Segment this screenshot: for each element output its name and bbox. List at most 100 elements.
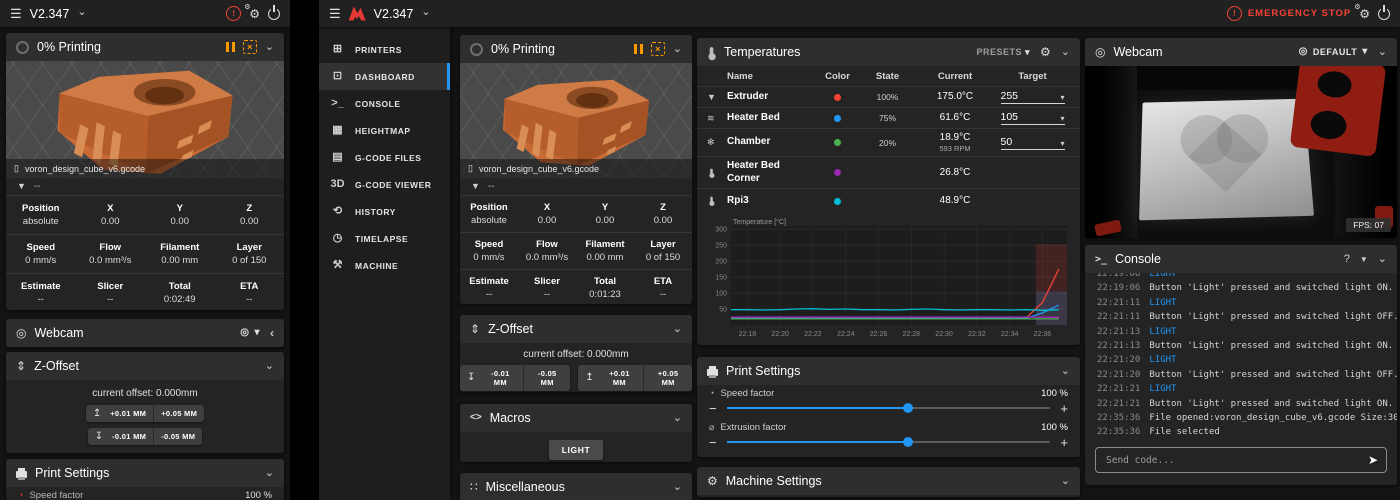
power-icon[interactable]	[1378, 8, 1390, 20]
stat-label: Layer	[650, 239, 675, 250]
z-offset-up-button[interactable]: +0.01 MM	[596, 365, 644, 391]
chevron-down-icon[interactable]: ⌄	[265, 468, 274, 479]
temps-column-header: Current	[938, 71, 972, 82]
console-icon: >_	[1095, 254, 1107, 265]
power-icon[interactable]	[268, 8, 280, 20]
chevron-down-icon[interactable]: ⌄	[673, 482, 682, 493]
help-icon[interactable]: ?	[1344, 253, 1350, 265]
macro-button-light[interactable]: LIGHT	[549, 440, 604, 460]
chevron-down-icon[interactable]: ⌄	[1061, 366, 1070, 377]
chevron-left-icon[interactable]: ‹	[270, 326, 274, 340]
decrease-button[interactable]: −	[709, 436, 717, 449]
webcam-title: Webcam	[34, 326, 83, 340]
chevron-down-icon[interactable]: ⌄	[265, 42, 274, 53]
target-select[interactable]: 255▾	[1001, 90, 1065, 104]
chevron-down-icon[interactable]: ⌄	[265, 361, 274, 372]
z-offset-up-button[interactable]: +0.01 MM	[103, 405, 153, 422]
chevron-down-icon[interactable]: ⌄	[77, 7, 86, 18]
target-select[interactable]: 105▾	[1001, 111, 1065, 125]
pause-icon[interactable]	[226, 42, 235, 52]
console-log[interactable]: 22:19:06LIGHT22:19:06Button 'Light' pres…	[1085, 273, 1397, 441]
machine-settings-title: Machine Settings	[726, 474, 822, 488]
progress-spinner-icon	[16, 41, 29, 54]
sidebar-item-machine[interactable]: ⚒MACHINE	[319, 252, 450, 279]
z-offset-up-button[interactable]: +0.05 MM	[153, 405, 204, 422]
printer-version[interactable]: V2.347	[374, 7, 414, 21]
console-input[interactable]	[1104, 454, 1360, 467]
emergency-stop-icon	[1227, 6, 1242, 21]
z-offset-down-group: ↧-0.01 MM-0.05 MM	[460, 365, 570, 391]
stat-value: absolute	[23, 216, 59, 227]
emergency-stop-button[interactable]: EMERGENCY STOP	[1227, 6, 1351, 21]
z-offset-down-button[interactable]: -0.01 MM	[105, 428, 153, 445]
sidebar-item-heightmap[interactable]: ▦HEIGHTMAP	[319, 117, 450, 144]
chevron-down-icon[interactable]: ⌄	[421, 7, 430, 18]
gcode-filename-bar: ▯ voron_design_cube_v6.gcode	[6, 159, 284, 178]
z-offset-down-button[interactable]: -0.01 MM	[477, 365, 523, 391]
extruder-status: --	[34, 181, 41, 192]
topbar-right: ☰ V2.347 ⌄ EMERGENCY STOP ⚙	[319, 0, 1400, 27]
sidebar-item-g-code-viewer[interactable]: 3DG-CODE VIEWER	[319, 171, 450, 198]
z-offset-down-button[interactable]: -0.05 MM	[153, 428, 202, 445]
gcode-preview: ▯ voron_design_cube_v6.gcode	[6, 61, 284, 178]
slider-thumb[interactable]	[903, 403, 913, 413]
increase-button[interactable]: +	[1060, 402, 1068, 415]
sidebar-item-history[interactable]: ⟲HISTORY	[319, 198, 450, 225]
z-offset-up-button[interactable]: +0.05 MM	[643, 365, 692, 391]
console-message: LIGHT	[1149, 325, 1176, 339]
sidebar-item-g-code-files[interactable]: ▤G-CODE FILES	[319, 144, 450, 171]
sidebar-item-dashboard[interactable]: ⊡DASHBOARD	[319, 63, 450, 90]
filter-icon[interactable]: ▼	[1360, 255, 1368, 264]
chevron-down-icon[interactable]: ⌄	[1061, 476, 1070, 487]
webcam-source-select[interactable]: ◎ ▾	[240, 328, 260, 338]
print-stat-cell: Slicer--	[518, 270, 576, 304]
sidebar-item-timelapse[interactable]: ◷TIMELAPSE	[319, 225, 450, 252]
speed-icon: ◔	[709, 389, 714, 398]
hamburger-icon[interactable]: ☰	[10, 7, 22, 20]
chevron-down-icon[interactable]: ⌄	[673, 44, 682, 55]
services-icon[interactable]: ⚙	[249, 8, 260, 20]
misc-icon: ∷	[470, 481, 478, 493]
presets-dropdown[interactable]: PRESETS ▾	[976, 47, 1030, 57]
services-icon[interactable]: ⚙	[1359, 8, 1370, 20]
print-bed	[1139, 99, 1314, 221]
history-icon: ⟲	[330, 206, 345, 217]
stat-label: ETA	[240, 281, 258, 292]
console-message: File selected	[1149, 425, 1219, 439]
z-offset-down-button[interactable]: -0.05 MM	[523, 365, 570, 391]
hamburger-icon[interactable]: ☰	[329, 7, 341, 20]
svg-text:250: 250	[715, 243, 727, 250]
console-title: Console	[1115, 252, 1161, 266]
exclude-object-icon[interactable]	[651, 42, 665, 56]
printer-version[interactable]: V2.347	[30, 7, 70, 21]
exclude-object-icon[interactable]	[243, 40, 257, 54]
chevron-down-icon[interactable]: ⌄	[1061, 47, 1070, 58]
slider-thumb[interactable]	[903, 437, 913, 447]
chevron-down-icon[interactable]: ⌄	[1378, 47, 1387, 58]
factor-slider[interactable]	[727, 407, 1051, 409]
print-stat-cell: Total0:02:49	[145, 274, 215, 310]
sidebar-item-console[interactable]: >_CONSOLE	[319, 90, 450, 117]
target-select[interactable]: 50▾	[1001, 136, 1065, 150]
stat-label: Y	[177, 203, 183, 214]
emergency-stop-icon[interactable]	[226, 6, 241, 21]
sidebar-item-printers[interactable]: ⊞PRINTERS	[319, 36, 450, 63]
target-value: 255	[1001, 90, 1019, 102]
pause-icon[interactable]	[634, 44, 643, 54]
print-settings-icon	[16, 471, 27, 478]
increase-button[interactable]: +	[1060, 436, 1068, 449]
chevron-down-icon[interactable]: ⌄	[673, 324, 682, 335]
z-offset-buttons-row: ↧-0.01 MM-0.05 MM↥+0.01 MM+0.05 MM	[460, 365, 692, 391]
webcam-title: Webcam	[1113, 45, 1162, 59]
chevron-down-icon[interactable]: ⌄	[673, 413, 682, 424]
chevron-down-icon[interactable]: ⌄	[1378, 254, 1387, 265]
webcam-source-select[interactable]: ◎ DEFAULT ▾	[1299, 47, 1368, 57]
sensor-color-dot	[834, 94, 841, 101]
console-entry: 22:35:36File opened:voron_design_cube_v6…	[1097, 411, 1385, 425]
sensor-color-dot	[834, 198, 841, 205]
decrease-button[interactable]: −	[709, 402, 717, 415]
gear-icon[interactable]: ⚙	[1040, 46, 1051, 58]
factor-slider[interactable]	[727, 441, 1051, 443]
send-icon[interactable]: ➤	[1368, 454, 1378, 466]
print-stat-cell: Positionabsolute	[6, 196, 76, 234]
